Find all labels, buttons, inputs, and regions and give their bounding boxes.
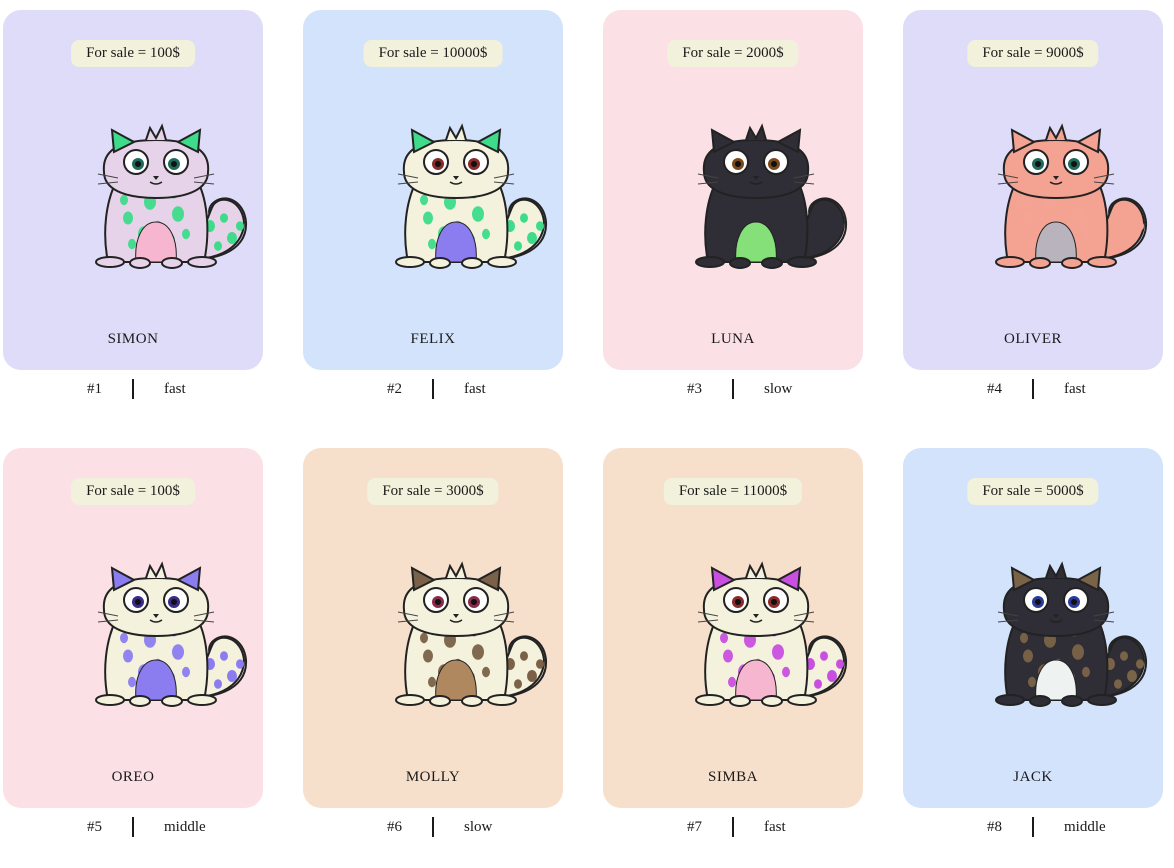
cat-image — [358, 122, 558, 282]
cat-name: SIMON — [107, 331, 159, 347]
cat-meta: #7 fast — [603, 817, 863, 837]
cat-id: #1 — [87, 380, 102, 397]
cat-id: #3 — [687, 380, 702, 397]
cat-name: LUNA — [711, 331, 755, 347]
cat-name: OLIVER — [1004, 331, 1062, 347]
cat-meta: #2 fast — [303, 379, 563, 399]
cat-id: #6 — [387, 818, 402, 835]
cat-id: #5 — [87, 818, 102, 835]
cat-name: SIMBA — [707, 769, 758, 785]
cat-meta: #6 slow — [303, 817, 563, 837]
price-badge: For sale = 10000$ — [363, 40, 503, 67]
cat-image — [658, 560, 858, 720]
price-badge: For sale = 100$ — [71, 478, 195, 505]
cat-meta: #4 fast — [903, 379, 1163, 399]
cat-speed: slow — [764, 380, 793, 397]
cat-cell: For sale = 11000$ SIMBA #7 fast — [603, 448, 863, 868]
cat-card[interactable]: For sale = 10000$ FELIX — [303, 10, 563, 370]
price-badge: For sale = 5000$ — [967, 478, 1099, 505]
cat-speed: fast — [464, 380, 486, 397]
cat-cell: For sale = 100$ — [3, 10, 263, 430]
cat-cell: For sale = 100$ — [3, 448, 263, 868]
cat-speed: fast — [164, 380, 186, 397]
cat-card[interactable]: For sale = 3000$ MOLLY — [303, 448, 563, 808]
cat-id: #7 — [687, 818, 702, 835]
cat-speed: middle — [1064, 818, 1106, 835]
cat-image — [658, 122, 858, 282]
cat-speed: middle — [164, 818, 206, 835]
cat-image — [58, 122, 258, 282]
cat-cell: For sale = 3000$ MOLLY #6 slow — [303, 448, 563, 868]
cat-cell: For sale = 10000$ FELIX #2 fast — [303, 10, 563, 430]
price-badge: For sale = 9000$ — [967, 40, 1099, 67]
cat-image — [58, 560, 258, 720]
cat-speed: fast — [764, 818, 786, 835]
price-badge: For sale = 2000$ — [667, 40, 799, 67]
cat-id: #8 — [987, 818, 1002, 835]
price-badge: For sale = 100$ — [71, 40, 195, 67]
cat-card[interactable]: For sale = 9000$ OLIVER — [903, 10, 1163, 370]
cat-id: #2 — [387, 380, 402, 397]
cat-card[interactable]: For sale = 2000$ LUNA — [603, 10, 863, 370]
cat-name: JACK — [1013, 769, 1053, 785]
cat-speed: fast — [1064, 380, 1086, 397]
cat-meta: #1 fast — [3, 379, 263, 399]
cat-cell: For sale = 5000$ JACK #8 middle — [903, 448, 1163, 868]
cat-image — [958, 122, 1158, 282]
cat-image — [358, 560, 558, 720]
cat-image — [958, 560, 1158, 720]
cat-card[interactable]: For sale = 100$ — [3, 10, 263, 370]
cat-speed: slow — [464, 818, 493, 835]
cat-card[interactable]: For sale = 100$ — [3, 448, 263, 808]
price-badge: For sale = 11000$ — [663, 478, 803, 505]
cat-name: MOLLY — [405, 769, 461, 785]
cat-cell: For sale = 9000$ OLIVER #4 fast — [903, 10, 1163, 430]
cat-card[interactable]: For sale = 5000$ JACK — [903, 448, 1163, 808]
cat-meta: #3 slow — [603, 379, 863, 399]
cat-meta: #8 middle — [903, 817, 1163, 837]
cat-id: #4 — [987, 380, 1002, 397]
price-badge: For sale = 3000$ — [367, 478, 499, 505]
cat-cell: For sale = 2000$ LUNA #3 slow — [603, 10, 863, 430]
cat-meta: #5 middle — [3, 817, 263, 837]
cat-name: OREO — [111, 769, 155, 785]
cat-card[interactable]: For sale = 11000$ SIMBA — [603, 448, 863, 808]
cat-name: FELIX — [410, 331, 456, 347]
